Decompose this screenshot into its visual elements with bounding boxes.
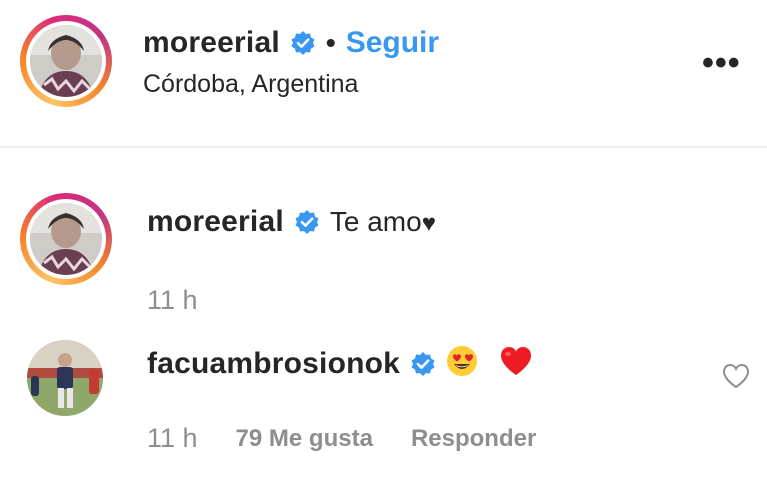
heart-eyes-emoji <box>446 345 478 382</box>
black-heart-icon: ♥ <box>421 210 436 237</box>
verified-icon <box>410 351 436 377</box>
header-username-row: moreerial • Seguir <box>143 26 439 60</box>
caption-text: Te amo♥ <box>330 206 436 238</box>
caption-username[interactable]: moreerial <box>147 205 284 239</box>
comment-avatar[interactable] <box>27 340 103 416</box>
more-options-icon[interactable]: ••• <box>702 46 741 80</box>
red-heart-emoji <box>500 346 532 381</box>
comment-timestamp[interactable]: 11 h <box>147 423 198 454</box>
comment-row: facuambrosionok <box>147 345 532 382</box>
caption-row: moreerial Te amo♥ <box>147 205 436 239</box>
follow-button[interactable]: Seguir <box>346 26 439 60</box>
caption-words: Te amo <box>329 206 422 237</box>
verified-icon <box>294 209 320 235</box>
header-avatar-ring[interactable] <box>20 15 112 107</box>
reply-button[interactable]: Responder <box>411 425 536 453</box>
header-divider <box>0 146 767 148</box>
like-heart-icon[interactable] <box>722 363 750 394</box>
header-avatar <box>30 25 102 97</box>
header-username[interactable]: moreerial <box>143 26 280 60</box>
comment-meta-row: 11 h 79 Me gusta Responder <box>147 423 536 454</box>
caption-avatar-ring[interactable] <box>20 193 112 285</box>
caption-timestamp[interactable]: 11 h <box>147 285 198 316</box>
comment-username[interactable]: facuambrosionok <box>147 347 400 381</box>
header-separator: • <box>325 27 336 58</box>
verified-icon <box>290 30 316 56</box>
caption-avatar <box>30 203 102 275</box>
post-location[interactable]: Córdoba, Argentina <box>143 70 358 99</box>
comment-likes[interactable]: 79 Me gusta <box>236 425 373 453</box>
